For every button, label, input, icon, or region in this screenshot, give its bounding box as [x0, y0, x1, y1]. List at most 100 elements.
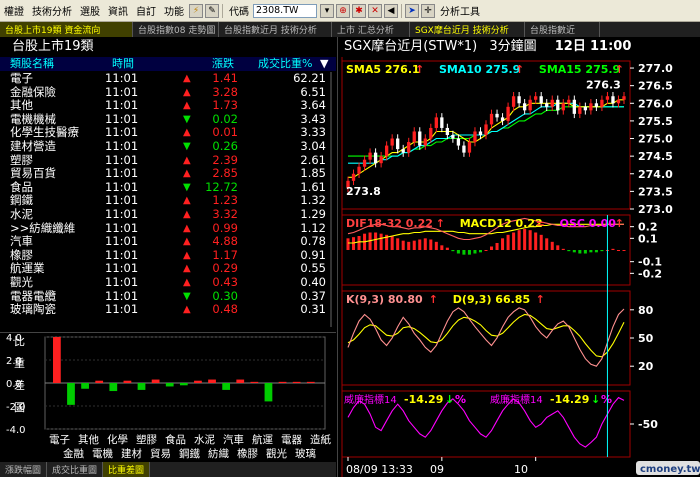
header-pct[interactable]: 成交比重%: [258, 57, 312, 71]
menu-technical-analysis[interactable]: 技術分析: [28, 3, 76, 18]
code-input[interactable]: 2308.TW: [253, 3, 317, 18]
crosshair-icon[interactable]: ✛: [421, 3, 435, 18]
bar: [53, 337, 61, 383]
osc-bar: [440, 245, 444, 250]
analysis-tools-menu[interactable]: 分析工具: [436, 3, 484, 18]
tab-change-chart[interactable]: 漲跌幅圖: [0, 462, 48, 477]
category-label: 紡織: [208, 447, 229, 460]
table-scrollbar[interactable]: [330, 72, 332, 327]
menu-warrant[interactable]: 權證: [0, 3, 28, 18]
scroll-left-icon[interactable]: ◀: [384, 3, 398, 18]
tab-sector-capital-flow[interactable]: 台股上市19類 資金流向: [0, 22, 133, 37]
table-row[interactable]: 玻璃陶瓷 11:01 ▲ 0.48 0.31: [0, 303, 336, 317]
osc-bar: [622, 250, 626, 251]
y-tick-label: 20: [638, 360, 654, 373]
technical-chart[interactable]: 277.0 276.5 276.0 275.5 275.0 274.5 274.0 273.5…: [338, 57, 700, 477]
table-row[interactable]: 食品 11:01 ▼ 12.72 1.61: [0, 180, 336, 195]
header-time[interactable]: 時間: [112, 57, 134, 71]
settings-icon[interactable]: ✱: [352, 3, 366, 18]
up-arrow-icon: ▲: [183, 168, 191, 180]
candle-body: [539, 96, 543, 104]
table-header: 類股名稱 時間 漲跌 成交比重% ▼: [0, 57, 336, 71]
bar: [194, 380, 202, 383]
dropdown-icon[interactable]: ▾: [320, 3, 334, 18]
candle-body: [368, 152, 372, 160]
table-row[interactable]: 其他 11:01 ▲ 1.73 3.64: [0, 99, 336, 113]
chart-tab-bar: 漲跌幅圖 成交比重圖 比重差圖: [0, 462, 336, 477]
table-row[interactable]: 航運業 11:01 ▲ 0.29 0.55: [0, 262, 336, 276]
table-row[interactable]: 電機機械 11:01 ▼ 0.02 3.43: [0, 112, 336, 127]
table-row[interactable]: 電器電纜 11:01 ▼ 0.30 0.37: [0, 289, 336, 304]
table-row[interactable]: 金融保險 11:01 ▲ 3.28 6.51: [0, 85, 336, 100]
legend-up-arrow: ↑: [615, 217, 624, 230]
legend-down-arrow: ↓: [445, 393, 454, 406]
category-label: 汽車: [223, 433, 244, 446]
pencil-icon[interactable]: ✎: [205, 3, 219, 18]
weight-diff-chart: 4.02.00.0-2.0-4.0比重差圖電子 其他 化學 塑膠 食品 水泥 汽車 航運 電器造…: [6, 333, 331, 460]
legend-up-arrow: ↑: [615, 63, 624, 76]
osc-bar: [534, 232, 538, 250]
y-tick-label: 80: [638, 304, 654, 317]
table-row[interactable]: 建材營造 11:01 ▼ 0.26 3.04: [0, 139, 336, 154]
legend-down-arrow: ↓: [591, 393, 600, 406]
chart-period[interactable]: 3分鐘圖: [489, 39, 536, 54]
table-row[interactable]: 汽車 11:01 ▲ 4.88 0.78: [0, 235, 336, 249]
table-row[interactable]: 鋼鐵 11:01 ▲ 1.23 1.32: [0, 194, 336, 208]
osc-bar: [545, 238, 549, 250]
sector-time: 11:01: [105, 152, 139, 167]
header-change[interactable]: 漲跌: [212, 57, 234, 71]
candle-body: [412, 131, 416, 143]
sector-name: 觀光: [10, 276, 33, 289]
sector-time: 11:01: [105, 71, 139, 85]
table-row[interactable]: 塑膠 11:01 ▲ 2.39 2.61: [0, 152, 336, 168]
sector-name: 電器電纜: [10, 289, 56, 303]
table-row[interactable]: 橡膠 11:01 ▲ 1.17 0.91: [0, 248, 336, 263]
close-red-icon[interactable]: ✕: [368, 3, 382, 18]
sector-change: 0.29: [212, 261, 238, 276]
table-row[interactable]: 貿易百貨 11:01 ▲ 2.85 1.85: [0, 167, 336, 181]
sector-name: 鋼鐵: [10, 194, 33, 208]
menu-custom[interactable]: 自訂: [132, 3, 160, 18]
menu-info[interactable]: 資訊: [104, 3, 132, 18]
candle-body: [511, 96, 516, 107]
tab-index-technical[interactable]: 台股指數近月 技術分析: [219, 22, 332, 37]
menu-stock-screening[interactable]: 選股: [76, 3, 104, 18]
category-label: 金融: [63, 447, 84, 460]
sector-name: 電機機械: [10, 112, 56, 126]
zoom-icon[interactable]: ⊕: [336, 3, 350, 18]
lightning-icon[interactable]: ⚡: [189, 3, 203, 18]
category-label: 化學: [107, 433, 128, 446]
candle-body: [522, 103, 527, 111]
table-row[interactable]: 化學生技醫療 11:01 ▲ 0.01 3.33: [0, 126, 336, 140]
tab-index-trend[interactable]: 台股指數08 走勢圖: [133, 22, 219, 37]
sector-volume-pct: 1.32: [300, 193, 326, 208]
tab-index-near[interactable]: 台股指數近: [525, 22, 600, 37]
category-label: 食品: [165, 433, 186, 446]
menu-functions[interactable]: 功能: [160, 3, 188, 18]
table-row[interactable]: 觀光 11:01 ▲ 0.43 0.40: [0, 275, 336, 290]
tab-volume-weight-chart[interactable]: 成交比重圖: [47, 462, 104, 477]
osc-bar: [357, 236, 361, 250]
table-row[interactable]: >>紡織纖維 11:01 ▲ 0.99 1.12: [0, 221, 336, 236]
x-axis-label: 10: [514, 463, 528, 476]
header-name[interactable]: 類股名稱: [10, 57, 54, 71]
candle-body: [500, 117, 505, 121]
table-row[interactable]: 水泥 11:01 ▲ 3.32 1.29: [0, 207, 336, 222]
osc-bar: [451, 250, 455, 252]
bar: [306, 381, 315, 383]
tab-change-chart-label: 漲跌幅圖: [5, 466, 42, 476]
pointer-icon[interactable]: ➤: [405, 3, 419, 18]
chart-time: 11:00: [590, 39, 632, 54]
tab-weight-diff-chart[interactable]: 比重差圖: [103, 462, 151, 477]
sort-down-icon[interactable]: ▼: [320, 57, 328, 71]
sector-name: 金融保險: [10, 85, 56, 99]
tab-sgx-technical[interactable]: SGX摩台近月 技術分析: [410, 22, 525, 37]
osc-bar: [578, 250, 582, 254]
table-row[interactable]: 電子 11:01 ▲ 1.41 62.21: [0, 71, 336, 86]
table-body: 電子 11:01 ▲ 1.41 62.21 金融保險 11:01 ▲ 3.28 6.51 其他 11:…: [0, 71, 336, 332]
y-axis-label-char: 比: [14, 335, 25, 348]
candle-body: [407, 142, 411, 153]
tab-listed-summary[interactable]: 上市 汇总分析: [332, 22, 410, 37]
legend-label: 威廉指標14: [344, 393, 397, 406]
candle-body: [362, 159, 367, 167]
